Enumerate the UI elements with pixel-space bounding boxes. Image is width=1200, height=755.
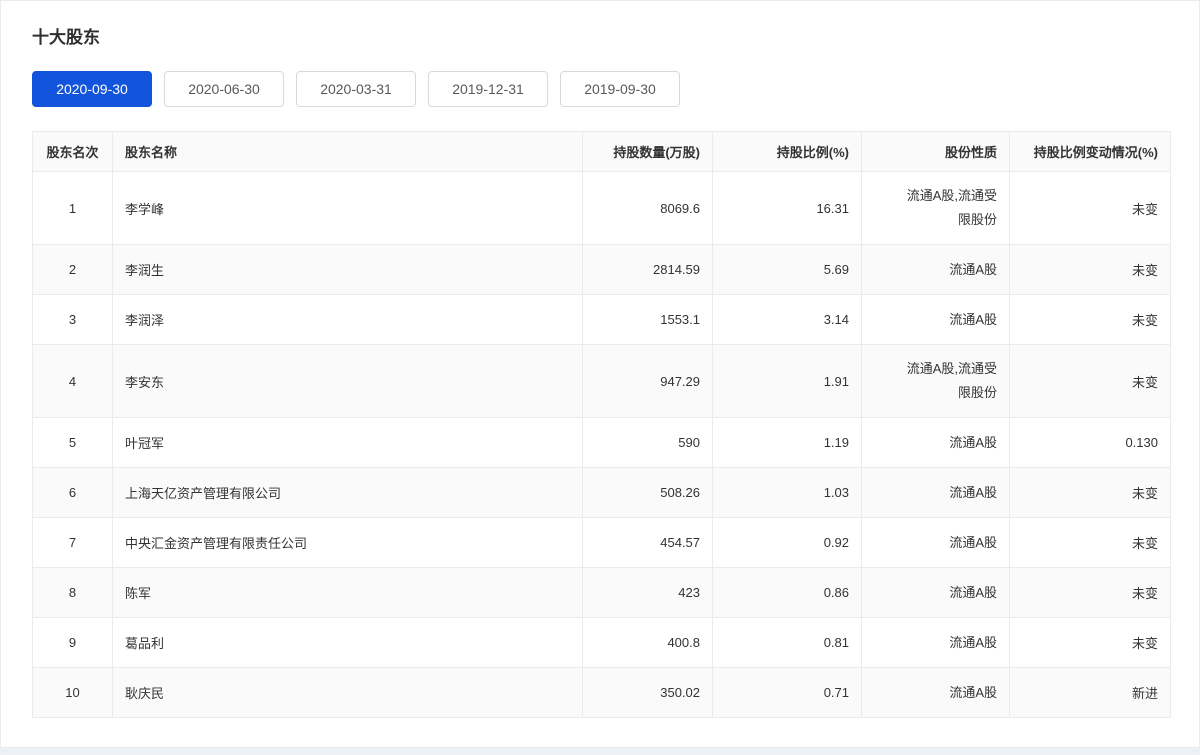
cell-shares: 2814.59	[583, 245, 713, 295]
column-header-rank: 股东名次	[33, 132, 113, 172]
table-row: 7中央汇金资产管理有限责任公司454.570.92流通A股未变	[33, 518, 1171, 568]
cell-rank: 2	[33, 245, 113, 295]
cell-shares: 454.57	[583, 518, 713, 568]
cell-nature: 流通A股,流通受限股份	[862, 345, 1010, 418]
cell-nature: 流通A股	[862, 668, 1010, 718]
table-row: 9葛品利400.80.81流通A股未变	[33, 618, 1171, 668]
cell-name: 李安东	[113, 345, 583, 418]
table-header-row: 股东名次股东名称持股数量(万股)持股比例(%)股份性质持股比例变动情况(%)	[33, 132, 1171, 172]
cell-rank: 9	[33, 618, 113, 668]
cell-rank: 6	[33, 468, 113, 518]
cell-shares: 590	[583, 418, 713, 468]
cell-nature: 流通A股	[862, 245, 1010, 295]
cell-rank: 8	[33, 568, 113, 618]
cell-name: 上海天亿资产管理有限公司	[113, 468, 583, 518]
table-row: 3李润泽1553.13.14流通A股未变	[33, 295, 1171, 345]
table-row: 2李润生2814.595.69流通A股未变	[33, 245, 1171, 295]
column-header-shares: 持股数量(万股)	[583, 132, 713, 172]
cell-nature: 流通A股	[862, 568, 1010, 618]
cell-ratio: 1.19	[713, 418, 862, 468]
column-header-change: 持股比例变动情况(%)	[1010, 132, 1171, 172]
page-background: 十大股东 2020-09-30 2020-06-30 2020-03-31 2019-…	[0, 0, 1200, 755]
cell-name: 耿庆民	[113, 668, 583, 718]
column-header-ratio: 持股比例(%)	[713, 132, 862, 172]
cell-rank: 10	[33, 668, 113, 718]
cell-ratio: 3.14	[713, 295, 862, 345]
cell-shares: 8069.6	[583, 172, 713, 245]
column-header-name: 股东名称	[113, 132, 583, 172]
cell-rank: 7	[33, 518, 113, 568]
shareholders-panel: 十大股东 2020-09-30 2020-06-30 2020-03-31 2019-…	[0, 0, 1200, 748]
table-row: 6上海天亿资产管理有限公司508.261.03流通A股未变	[33, 468, 1171, 518]
cell-nature: 流通A股	[862, 618, 1010, 668]
cell-name: 李学峰	[113, 172, 583, 245]
cell-rank: 1	[33, 172, 113, 245]
cell-shares: 947.29	[583, 345, 713, 418]
cell-ratio: 5.69	[713, 245, 862, 295]
cell-ratio: 1.91	[713, 345, 862, 418]
table-row: 8陈军4230.86流通A股未变	[33, 568, 1171, 618]
cell-nature: 流通A股,流通受限股份	[862, 172, 1010, 245]
cell-nature: 流通A股	[862, 468, 1010, 518]
tab-2020-03-31[interactable]: 2020-03-31	[296, 71, 416, 107]
tab-2019-12-31[interactable]: 2019-12-31	[428, 71, 548, 107]
cell-change: 未变	[1010, 345, 1171, 418]
cell-shares: 508.26	[583, 468, 713, 518]
cell-ratio: 1.03	[713, 468, 862, 518]
cell-change: 未变	[1010, 172, 1171, 245]
cell-change: 未变	[1010, 568, 1171, 618]
cell-nature: 流通A股	[862, 518, 1010, 568]
cell-rank: 5	[33, 418, 113, 468]
cell-change: 未变	[1010, 295, 1171, 345]
tab-2020-09-30[interactable]: 2020-09-30	[32, 71, 152, 107]
cell-name: 陈军	[113, 568, 583, 618]
cell-change: 未变	[1010, 245, 1171, 295]
cell-ratio: 16.31	[713, 172, 862, 245]
table-row: 1李学峰8069.616.31流通A股,流通受限股份未变	[33, 172, 1171, 245]
cell-name: 葛品利	[113, 618, 583, 668]
tab-2020-06-30[interactable]: 2020-06-30	[164, 71, 284, 107]
cell-ratio: 0.86	[713, 568, 862, 618]
table-row: 5叶冠军5901.19流通A股0.130	[33, 418, 1171, 468]
cell-rank: 3	[33, 295, 113, 345]
cell-change: 未变	[1010, 618, 1171, 668]
cell-name: 李润泽	[113, 295, 583, 345]
cell-ratio: 0.92	[713, 518, 862, 568]
cell-nature: 流通A股	[862, 295, 1010, 345]
cell-name: 李润生	[113, 245, 583, 295]
cell-ratio: 0.81	[713, 618, 862, 668]
cell-nature: 流通A股	[862, 418, 1010, 468]
column-header-nature: 股份性质	[862, 132, 1010, 172]
shareholders-table: 股东名次股东名称持股数量(万股)持股比例(%)股份性质持股比例变动情况(%) 1…	[32, 131, 1171, 718]
cell-ratio: 0.71	[713, 668, 862, 718]
cell-change: 新进	[1010, 668, 1171, 718]
cell-shares: 1553.1	[583, 295, 713, 345]
cell-shares: 400.8	[583, 618, 713, 668]
table-row: 10耿庆民350.020.71流通A股新进	[33, 668, 1171, 718]
cell-rank: 4	[33, 345, 113, 418]
cell-change: 0.130	[1010, 418, 1171, 468]
cell-name: 叶冠军	[113, 418, 583, 468]
cell-name: 中央汇金资产管理有限责任公司	[113, 518, 583, 568]
cell-change: 未变	[1010, 518, 1171, 568]
report-date-tabs: 2020-09-30 2020-06-30 2020-03-31 2019-12-31…	[32, 71, 1168, 107]
cell-shares: 350.02	[583, 668, 713, 718]
cell-change: 未变	[1010, 468, 1171, 518]
cell-shares: 423	[583, 568, 713, 618]
table-row: 4李安东947.291.91流通A股,流通受限股份未变	[33, 345, 1171, 418]
page-title: 十大股东	[32, 1, 1168, 48]
tab-2019-09-30[interactable]: 2019-09-30	[560, 71, 680, 107]
